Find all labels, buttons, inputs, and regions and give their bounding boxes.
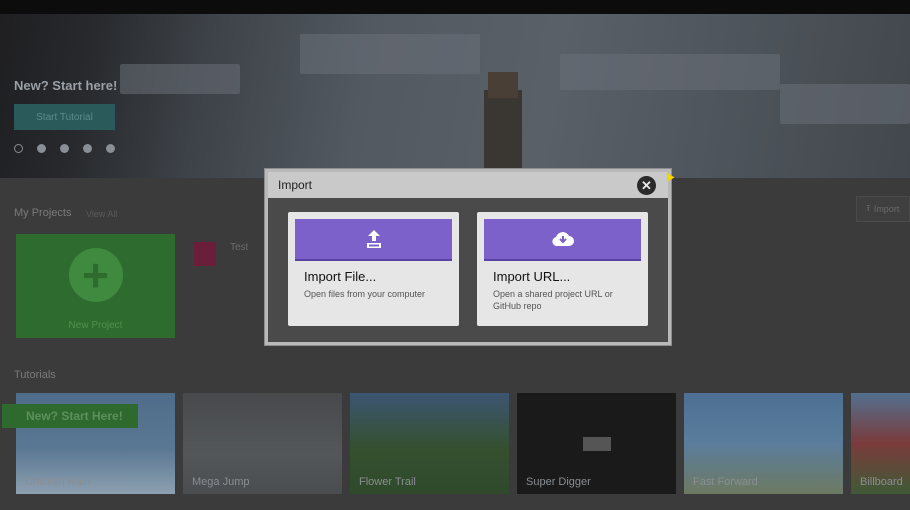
import-button-label: Import [873, 204, 900, 214]
carousel-dots [14, 144, 115, 153]
project-name: Test [230, 242, 249, 253]
start-tutorial-button[interactable]: Start Tutorial [14, 104, 115, 130]
upload-icon [366, 230, 381, 248]
tutorial-card[interactable]: Mega Jump [183, 393, 342, 494]
close-icon[interactable]: ✕ [637, 176, 656, 195]
hero-title: New? Start here! [14, 78, 118, 93]
carousel-dot-2[interactable] [37, 144, 46, 153]
top-bar [0, 0, 910, 14]
tutorial-card[interactable]: Flower Trail [350, 393, 509, 494]
tutorial-label: Mega Jump [192, 476, 250, 488]
dialog-title: Import [278, 178, 313, 192]
import-file-banner [295, 219, 452, 261]
import-file-description: Open files from your computer [304, 289, 426, 299]
carousel-dot-4[interactable] [83, 144, 92, 153]
my-projects-title: My Projects [14, 207, 72, 219]
project-card[interactable]: Test [190, 234, 270, 338]
tutorial-label: Super Digger [526, 476, 591, 488]
carousel-dot-3[interactable] [60, 144, 69, 153]
view-all-link[interactable]: View All [86, 209, 117, 219]
import-file-option[interactable]: Import File... Open files from your comp… [288, 212, 459, 326]
hero-carousel: New? Start here! Start Tutorial [0, 14, 910, 178]
new-start-here-ribbon: New? Start Here! [2, 404, 138, 428]
import-dialog: Import ✕ Import File... Open files from … [265, 169, 671, 345]
import-url-description: Open a shared project URL or GitHub repo [493, 289, 613, 311]
puzzle-icon [194, 242, 216, 266]
tutorial-label: Fast Forward [693, 476, 758, 488]
cloud-download-icon [551, 232, 574, 247]
new-project-label: New Project [68, 320, 123, 331]
plus-icon: + [68, 248, 123, 302]
import-button[interactable]: ⭱ Import [856, 196, 910, 222]
tutorial-card[interactable]: Billboard [851, 393, 910, 494]
import-file-title: Import File... [304, 269, 377, 284]
import-url-title: Import URL... [493, 269, 571, 284]
tutorial-label: Flower Trail [359, 476, 416, 488]
tutorial-label: Billboard [860, 476, 903, 488]
tutorials-title: Tutorials [14, 369, 56, 381]
import-url-banner [484, 219, 641, 261]
carousel-dot-1[interactable] [14, 144, 23, 153]
hero-character-image [484, 72, 522, 178]
dialog-header: Import ✕ [268, 172, 668, 198]
tutorial-card[interactable]: Fast Forward [684, 393, 843, 494]
tutorials-row: Chicken Rain Mega Jump Flower Trail Supe… [16, 393, 910, 494]
new-project-card[interactable]: + New Project [16, 234, 175, 338]
tutorial-label: Chicken Rain [25, 476, 91, 488]
upload-icon: ⭱ [866, 203, 870, 213]
import-url-option[interactable]: Import URL... Open a shared project URL … [477, 212, 648, 326]
carousel-dot-5[interactable] [106, 144, 115, 153]
tutorial-card[interactable]: Super Digger [517, 393, 676, 494]
